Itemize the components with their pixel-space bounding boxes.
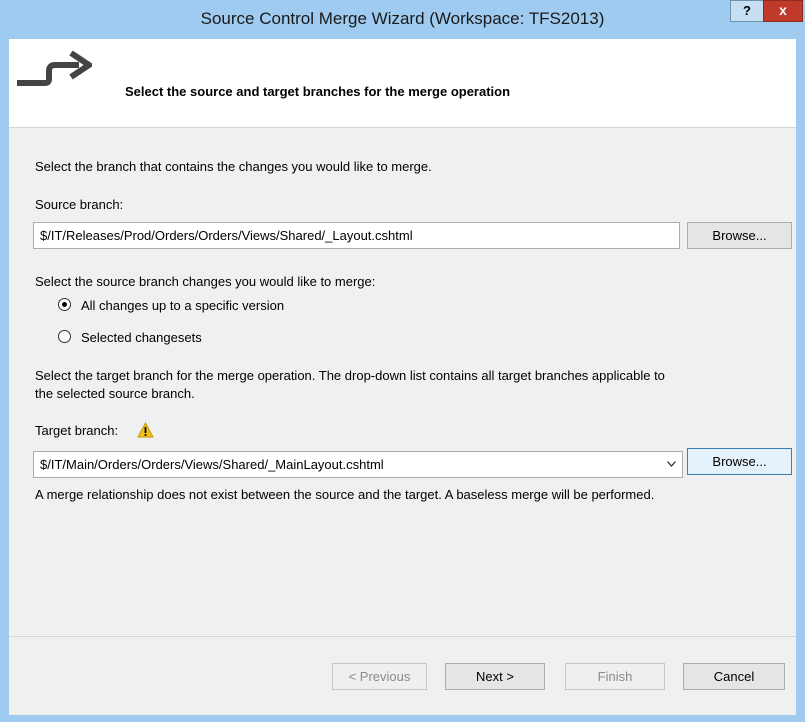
header-title: Select the source and target branches fo… (125, 84, 511, 99)
changes-label: Select the source branch changes you wou… (35, 274, 376, 289)
target-browse-button[interactable]: Browse... (687, 448, 792, 475)
source-browse-button[interactable]: Browse... (687, 222, 792, 249)
target-intro-line2: the selected source branch. (35, 386, 195, 401)
target-branch-value: $/IT/Main/Orders/Orders/Views/Shared/_Ma… (40, 457, 384, 472)
source-branch-input[interactable]: $/IT/Releases/Prod/Orders/Orders/Views/S… (33, 222, 680, 249)
next-button[interactable]: Next > (445, 663, 545, 690)
merge-arrow-icon (17, 51, 92, 86)
header-divider (9, 127, 796, 128)
radio-all-changes[interactable] (58, 298, 71, 311)
target-branch-dropdown[interactable]: $/IT/Main/Orders/Orders/Views/Shared/_Ma… (33, 451, 683, 478)
radio-selected-changesets-label[interactable]: Selected changesets (81, 330, 202, 345)
finish-button[interactable]: Finish (565, 663, 665, 690)
radio-selected-changesets[interactable] (58, 330, 71, 343)
wizard-body: Select the source and target branches fo… (9, 39, 796, 715)
target-branch-label: Target branch: (35, 423, 119, 438)
chevron-down-icon (667, 461, 676, 467)
title-bar[interactable]: Source Control Merge Wizard (Workspace: … (0, 0, 805, 40)
target-intro-line1: Select the target branch for the merge o… (35, 368, 665, 383)
source-intro: Select the branch that contains the chan… (35, 159, 432, 174)
window-title: Source Control Merge Wizard (Workspace: … (200, 9, 605, 28)
wizard-header: Select the source and target branches fo… (9, 39, 796, 127)
warning-icon (137, 422, 154, 438)
source-branch-label: Source branch: (35, 197, 124, 212)
wizard-window: Source Control Merge Wizard (Workspace: … (0, 0, 805, 722)
footer-divider (9, 636, 796, 637)
close-button[interactable]: x (763, 0, 803, 22)
baseless-merge-warning: A merge relationship does not exist betw… (35, 487, 655, 502)
cancel-button[interactable]: Cancel (683, 663, 785, 690)
previous-button[interactable]: < Previous (332, 663, 427, 690)
help-button[interactable]: ? (730, 0, 764, 22)
radio-all-changes-label[interactable]: All changes up to a specific version (81, 298, 284, 313)
